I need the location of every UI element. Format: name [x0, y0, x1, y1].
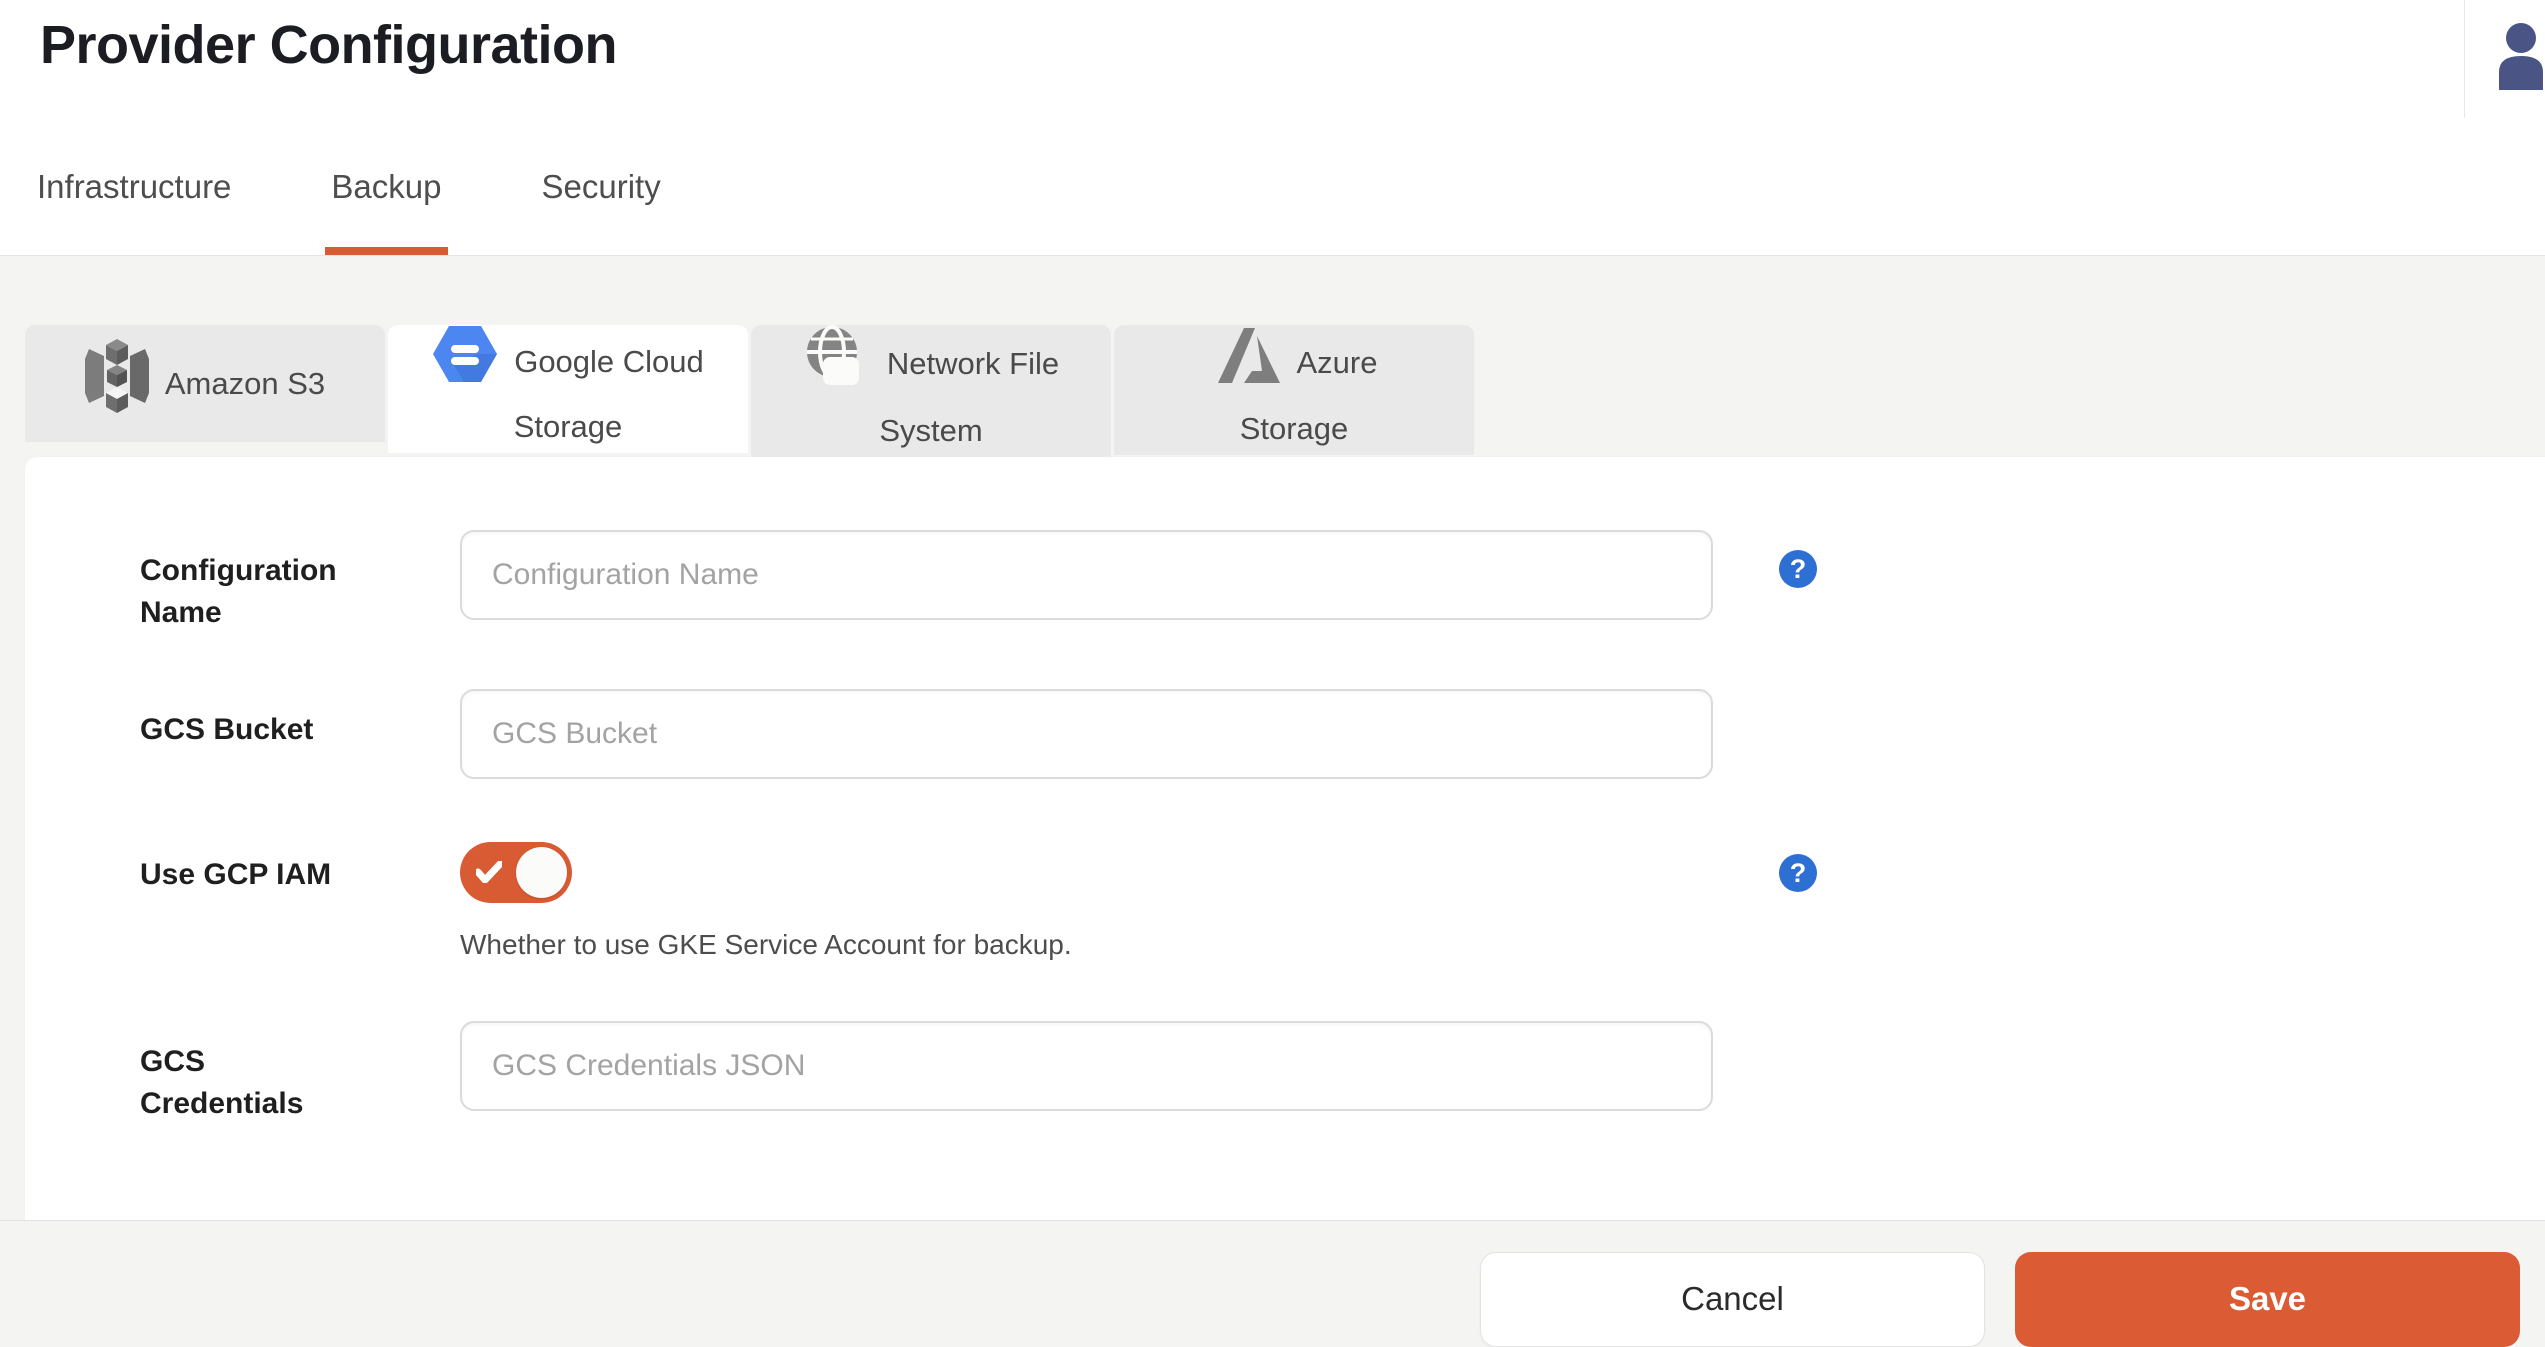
provider-tab-google-cloud-storage[interactable]: Google Cloud Storage: [388, 325, 748, 453]
use-gcp-iam-help-icon[interactable]: ?: [1779, 854, 1817, 892]
page-title: Provider Configuration: [40, 14, 617, 76]
header-divider: [2464, 0, 2465, 118]
tab-infrastructure[interactable]: Infrastructure: [37, 135, 231, 255]
configuration-name-row: Configuration Name ?: [140, 530, 2545, 634]
amazon-s3-icon: [85, 337, 149, 431]
use-gcp-iam-row: Use GCP IAM Whether to use GKE Service A…: [140, 834, 2545, 961]
google-cloud-storage-icon: [432, 325, 498, 399]
toggle-check-icon: [476, 861, 502, 888]
header-tabs: Infrastructure Backup Security: [37, 135, 661, 255]
provider-tab-network-file-system-label: Network File System: [879, 346, 1059, 448]
tab-security[interactable]: Security: [542, 135, 661, 255]
tab-infrastructure-label: Infrastructure: [37, 168, 231, 206]
gcs-credentials-row: GCS Credentials: [140, 1021, 2545, 1125]
active-tab-underline: [325, 247, 447, 255]
network-file-system-icon: [803, 325, 871, 403]
use-gcp-iam-toggle[interactable]: [460, 842, 572, 903]
provider-tab-network-file-system[interactable]: Network File System: [751, 325, 1111, 457]
provider-tab-google-cloud-storage-label: Google Cloud Storage: [514, 344, 704, 444]
azure-storage-icon: [1211, 325, 1281, 401]
gcs-bucket-label: GCS Bucket: [140, 689, 380, 751]
use-gcp-iam-label: Use GCP IAM: [140, 834, 380, 896]
gcs-credentials-label: GCS Credentials: [140, 1021, 380, 1125]
cancel-button[interactable]: Cancel: [1480, 1252, 1985, 1347]
configuration-name-input[interactable]: [460, 530, 1713, 620]
configuration-name-help-icon[interactable]: ?: [1779, 550, 1817, 588]
save-button[interactable]: Save: [2015, 1252, 2520, 1347]
tab-security-label: Security: [542, 168, 661, 206]
provider-tab-amazon-s3[interactable]: Amazon S3: [25, 325, 385, 442]
page-header: Provider Configuration Infrastructure Ba…: [0, 0, 2545, 256]
gcs-bucket-row: GCS Bucket: [140, 689, 2545, 779]
provider-config-card: Configuration Name ? GCS Bucket Use GCP …: [25, 457, 2545, 1220]
gcs-bucket-input[interactable]: [460, 689, 1713, 779]
form-footer: Cancel Save: [0, 1220, 2545, 1347]
use-gcp-iam-helper-text: Whether to use GKE Service Account for b…: [460, 929, 1713, 961]
gcs-credentials-input[interactable]: [460, 1021, 1713, 1111]
tab-backup-label: Backup: [331, 168, 441, 206]
tab-backup[interactable]: Backup: [331, 135, 441, 255]
user-profile-icon[interactable]: [2491, 22, 2545, 90]
configuration-name-label: Configuration Name: [140, 530, 380, 634]
provider-tab-azure-storage[interactable]: Azure Storage: [1114, 325, 1474, 455]
provider-tab-amazon-s3-label: Amazon S3: [165, 366, 325, 401]
provider-tabs: Amazon S3 Google Cloud Storage: [25, 325, 2545, 457]
toggle-knob: [516, 847, 567, 898]
